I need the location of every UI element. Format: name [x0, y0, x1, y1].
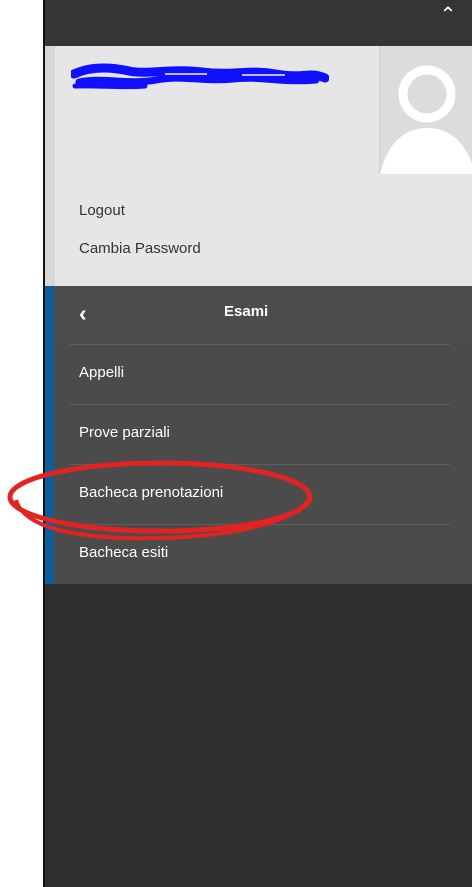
menu-item-bacheca-esiti[interactable]: Bacheca esiti — [45, 524, 472, 584]
menu-title: Esami — [224, 303, 269, 320]
logout-link[interactable]: Logout — [79, 202, 125, 219]
menu-item-prove-parziali[interactable]: Prove parziali — [45, 404, 472, 464]
change-password-link[interactable]: Cambia Password — [79, 240, 201, 257]
menu-item-label: Bacheca esiti — [79, 544, 169, 561]
menu-item-label: Bacheca prenotazioni — [79, 484, 224, 501]
user-profile-panel: Logout Cambia Password — [45, 46, 472, 286]
exams-menu-header: ‹ Esami — [45, 286, 472, 344]
user-avatar-icon — [380, 65, 472, 174]
chevron-up-icon[interactable]: ⌃ — [438, 4, 458, 24]
profile-accent-bar — [45, 46, 55, 286]
menu-item-label: Prove parziali — [79, 424, 170, 441]
mobile-navigation-panel: ⌃ Logout Cambia Password ‹ Esami Appelli… — [43, 0, 472, 887]
menu-item-label: Appelli — [79, 364, 125, 381]
menu-item-appelli[interactable]: Appelli — [45, 344, 472, 404]
menu-item-bacheca-prenotazioni[interactable]: Bacheca prenotazioni — [45, 464, 472, 524]
empty-navigation-space — [45, 584, 472, 887]
chevron-left-icon[interactable]: ‹ — [79, 302, 95, 325]
navigation-top-bar: ⌃ — [45, 0, 472, 46]
user-avatar — [379, 46, 472, 174]
redacted-user-name — [71, 63, 329, 90]
